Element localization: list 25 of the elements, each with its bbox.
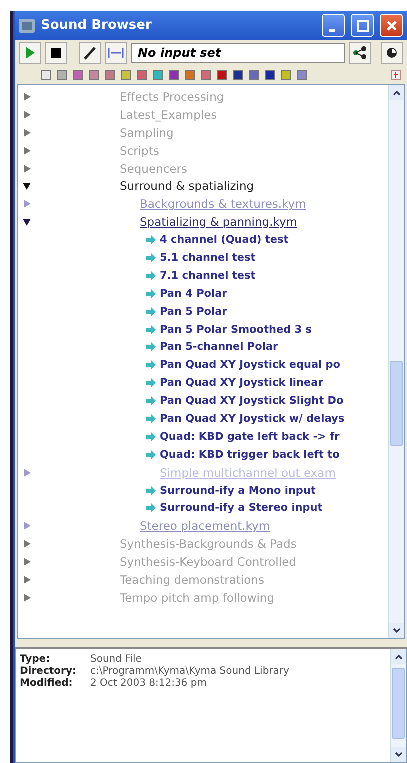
tree-item[interactable]: Pan 4 Polar (160, 288, 228, 300)
tree-item[interactable]: Pan Quad XY Joystick equal po (160, 359, 341, 372)
tree-item[interactable]: Spatializing & panning.kym (140, 215, 298, 230)
tree-item[interactable]: Pan 5 Polar (160, 306, 228, 318)
tree-item[interactable]: Surround-ify a Mono input (160, 484, 316, 497)
info-label: Directory: (20, 666, 76, 677)
tree-item[interactable]: Pan 5-channel Polar (160, 341, 278, 354)
tree-item[interactable]: Surround & spatializing (120, 179, 254, 194)
info-value: Sound File (90, 654, 143, 665)
tree-item[interactable]: 5.1 channel test (160, 252, 256, 264)
input-field[interactable]: No input set (131, 43, 345, 63)
info-label: Type: (20, 654, 52, 665)
tree-item[interactable]: Quad: KBD trigger back left to (160, 448, 340, 461)
info-value: 2 Oct 2003 8:12:36 pm (90, 678, 208, 689)
tree-item[interactable]: Quad: KBD gate left back -> fr (160, 430, 340, 443)
tree-item[interactable]: Surround-ify a Stereo input (160, 502, 323, 514)
tree-item[interactable]: Pan Quad XY Joystick w/ delays (160, 412, 345, 425)
tree-item[interactable]: Pan 5 Polar Smoothed 3 s (160, 324, 312, 336)
tree-item[interactable]: 7.1 channel test (160, 270, 256, 282)
info-value: c:\Programm\Kyma\Kyma Sound Library (90, 666, 290, 677)
tree-item[interactable]: Pan Quad XY Joystick Slight Do (160, 395, 344, 408)
info-label: Modified: (20, 678, 74, 689)
tree-item[interactable]: Pan Quad XY Joystick linear (160, 377, 324, 390)
window-title: Sound Browser (41, 18, 153, 33)
tree-item[interactable]: 4 channel (Quad) test (160, 234, 289, 246)
